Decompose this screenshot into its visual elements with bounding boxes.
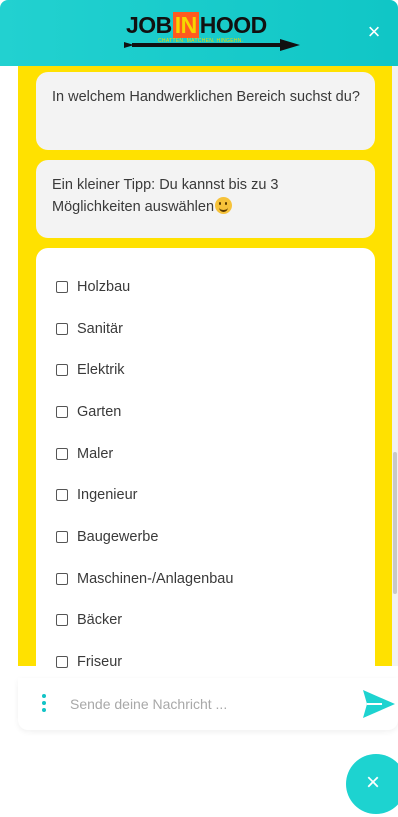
option-maschinenbau[interactable]: Maschinen-/Anlagenbau — [36, 558, 375, 600]
option-label: Maschinen-/Anlagenbau — [77, 570, 234, 587]
checkbox[interactable] — [56, 322, 68, 335]
option-label: Baugewerbe — [77, 528, 159, 545]
logo-job: JOB — [126, 12, 172, 38]
option-label: Friseur — [77, 654, 123, 671]
option-maler[interactable]: Maler — [36, 433, 375, 475]
option-label: Ingenieur — [77, 487, 138, 504]
close-icon: × — [366, 769, 381, 796]
jobinhood-logo: JOB IN HOOD CHATTEN. MATCHEN. HINGEHN. — [118, 12, 304, 56]
checkbox[interactable] — [56, 447, 68, 460]
message-input[interactable] — [70, 690, 350, 718]
chat-header: JOB IN HOOD CHATTEN. MATCHEN. HINGEHN. × — [0, 0, 398, 66]
more-vertical-icon[interactable] — [40, 694, 48, 714]
checkbox[interactable] — [56, 656, 68, 669]
logo-in: IN — [172, 12, 199, 38]
checkbox[interactable] — [56, 280, 68, 293]
checkbox[interactable] — [56, 530, 68, 543]
option-label: Elektrik — [77, 362, 125, 379]
checkbox[interactable] — [56, 364, 68, 377]
scrollbar-thumb[interactable] — [393, 452, 397, 594]
checkbox[interactable] — [56, 614, 68, 627]
option-garten[interactable]: Garten — [36, 391, 375, 433]
option-friseur[interactable]: Friseur — [36, 641, 375, 683]
option-label: Holzbau — [77, 278, 131, 295]
bot-message: Ein kleiner Tipp: Du kannst bis zu 3 Mög… — [36, 160, 375, 238]
send-icon[interactable] — [362, 688, 396, 720]
option-label: Sanitär — [77, 320, 123, 337]
option-holzbau[interactable]: Holzbau — [36, 266, 375, 308]
message-composer — [18, 678, 398, 730]
option-sanitaer[interactable]: Sanitär — [36, 308, 375, 350]
option-baugewerbe[interactable]: Baugewerbe — [36, 516, 375, 558]
message-text: In welchem Handwerklichen Bereich suchst… — [52, 89, 360, 105]
option-elektrik[interactable]: Elektrik — [36, 349, 375, 391]
close-chat-button[interactable]: × — [360, 18, 388, 46]
logo-tagline: CHATTEN. MATCHEN. HINGEHN. — [158, 38, 244, 44]
logo-hood: HOOD — [199, 12, 268, 38]
winking-face-emoji-icon — [215, 197, 233, 214]
message-text: Ein kleiner Tipp: Du kannst bis zu 3 Mög… — [52, 177, 279, 215]
option-baecker[interactable]: Bäcker — [36, 600, 375, 642]
launcher-close-button[interactable]: × — [346, 754, 398, 814]
checkbox[interactable] — [56, 489, 68, 502]
option-list: Holzbau Sanitär Elektrik Garten Maler In… — [36, 248, 375, 678]
option-ingenieur[interactable]: Ingenieur — [36, 474, 375, 516]
option-label: Maler — [77, 445, 114, 462]
checkbox[interactable] — [56, 572, 68, 585]
option-label: Garten — [77, 403, 122, 420]
bot-message: In welchem Handwerklichen Bereich suchst… — [36, 72, 375, 150]
chat-widget: JOB IN HOOD CHATTEN. MATCHEN. HINGEHN. × I… — [0, 0, 398, 742]
option-label: Bäcker — [77, 612, 123, 629]
checkbox[interactable] — [56, 405, 68, 418]
